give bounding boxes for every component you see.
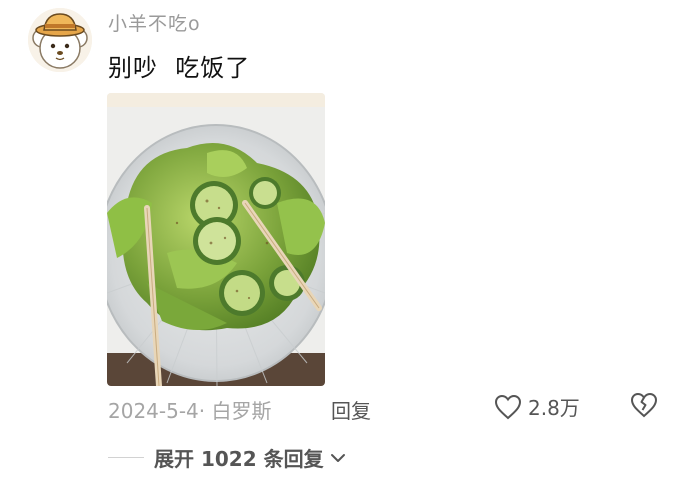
comment-text: 别吵 吃饭了 xyxy=(108,54,251,82)
like-count: 2.8万 xyxy=(528,396,580,420)
heart-icon xyxy=(494,394,522,419)
comment-photo[interactable] xyxy=(107,93,325,386)
dislike-button[interactable] xyxy=(630,392,658,422)
broken-heart-icon xyxy=(630,392,658,418)
comment-location: 白罗斯 xyxy=(211,399,272,423)
like-button[interactable]: 2.8万 xyxy=(494,392,580,421)
comment-meta: 2024-5-4· 白罗斯 xyxy=(108,395,272,424)
chevron-down-icon xyxy=(330,453,345,462)
avatar[interactable] xyxy=(28,8,92,72)
reply-button[interactable]: 回复 xyxy=(331,395,371,424)
expand-replies-label: 展开 1022 条回复 xyxy=(154,447,324,471)
expand-replies-button[interactable]: 展开 1022 条回复 xyxy=(108,443,346,472)
username[interactable]: 小羊不吃o xyxy=(108,9,201,36)
sheep-avatar-icon xyxy=(28,8,92,72)
salad-photo xyxy=(107,93,325,386)
meta-separator: · xyxy=(198,399,206,423)
expand-divider xyxy=(108,457,144,458)
comment-date: 2024-5-4 xyxy=(108,399,199,423)
